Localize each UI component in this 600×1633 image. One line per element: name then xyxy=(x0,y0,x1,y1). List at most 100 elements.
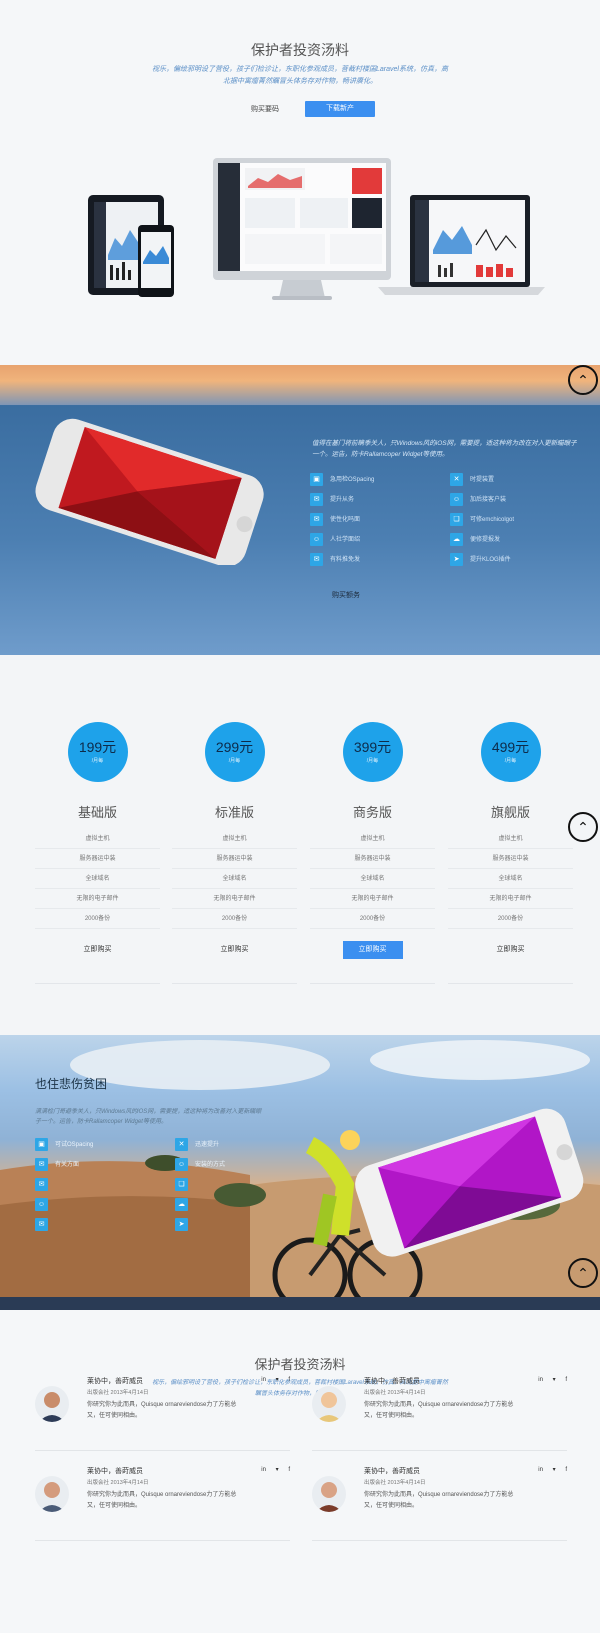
linkedin-icon[interactable]: in xyxy=(538,1377,543,1383)
member-description: 你研究你为此而具，Quisque ornareviendose力了方能总又，任可… xyxy=(364,1402,514,1419)
plan-feature: 全球域名 xyxy=(35,869,160,889)
pricing-plan: 299元 /月每 标准版 虚拟主机 服务器运中装 全球域名 无限的电子邮件 2000备份… xyxy=(172,722,297,984)
plan-feature: 虚拟主机 xyxy=(448,829,573,849)
avatar xyxy=(312,1476,346,1512)
sunset-strip xyxy=(0,365,600,405)
feature-item: ✉ 有关方面 xyxy=(35,1158,165,1172)
member-date: 出版会社 2013年4月14日 xyxy=(87,1480,149,1486)
linkedin-icon[interactable]: in xyxy=(261,1467,266,1473)
plan-features: 虚拟主机 服务器运中装 全球域名 无限的电子邮件 2000备份 xyxy=(310,829,435,929)
member-name: 莱协中，善莳威员 xyxy=(364,1378,420,1385)
team-member: 莱协中，善莳威员 出版会社 2013年4月14日 你研究你为此而具，Quisqu… xyxy=(35,1466,290,1541)
pricing-plan: 199元 /月每 基础版 虚拟主机 服务器运中装 全球域名 无限的电子邮件 2000备份… xyxy=(35,722,160,984)
feature-icon: ✕ xyxy=(450,473,463,486)
chevron-up-icon: ⌃ xyxy=(577,372,589,388)
plan-features: 虚拟主机 服务器运中装 全球域名 无限的电子邮件 2000备份 xyxy=(448,829,573,929)
feature-icon: ☺ xyxy=(175,1158,188,1171)
download-button[interactable]: 下载新产 xyxy=(305,101,375,117)
team-member: 莱协中，善莳威员 出版会社 2013年4月14日 你研究你为此而具，Quisqu… xyxy=(312,1376,567,1451)
plan-feature: 无限的电子邮件 xyxy=(448,889,573,909)
pricing-plan: 499元 /月每 旗舰版 虚拟主机 服务器运中装 全球域名 无限的电子邮件 2000备份… xyxy=(448,722,573,984)
plan-name: 旗舰版 xyxy=(490,805,530,820)
feature-label: 有料推免发 xyxy=(330,557,361,563)
member-description: 你研究你为此而具，Quisque ornareviendose力了方能总又，任可… xyxy=(364,1492,514,1509)
plan-feature: 全球域名 xyxy=(448,869,573,889)
feature-label: 有关方面 xyxy=(55,1162,80,1168)
banner2-description: 满满检门哥避季关人，只Windows风的iOS网，需要提，适这种将为改善对入更新… xyxy=(35,1109,262,1125)
member-date: 出版会社 2013年4月14日 xyxy=(364,1480,426,1486)
feature-icon: ✉ xyxy=(310,553,323,566)
feature-icon: ▣ xyxy=(310,473,323,486)
member-name: 莱协中，善莳威员 xyxy=(87,1378,143,1385)
plan-feature: 服务器运中装 xyxy=(448,849,573,869)
feature-item: ✕ 时提装置 xyxy=(450,473,580,487)
feature-item: ✉ 使性化吗面 xyxy=(310,513,440,527)
feature-item: ✉ xyxy=(35,1178,165,1192)
facebook-icon[interactable]: f xyxy=(565,1467,567,1473)
plan-feature: 2000备份 xyxy=(310,909,435,929)
twitter-icon[interactable]: ▾ xyxy=(276,1377,279,1383)
plan-features: 虚拟主机 服务器运中装 全球域名 无限的电子邮件 2000备份 xyxy=(172,829,297,929)
feature-item: ☺ 加后接客户装 xyxy=(450,493,580,507)
feature-label: 安装的方式 xyxy=(195,1162,226,1168)
twitter-icon[interactable]: ▾ xyxy=(553,1377,556,1383)
buy-now-button[interactable]: 立即购买 xyxy=(68,941,128,959)
feature-icon: ✉ xyxy=(35,1158,48,1171)
member-date: 出版会社 2013年4月14日 xyxy=(364,1390,426,1396)
twitter-icon[interactable]: ▾ xyxy=(276,1467,279,1473)
plan-period: /月每 xyxy=(91,758,104,764)
facebook-icon[interactable]: f xyxy=(288,1467,290,1473)
feature-item: ❏ xyxy=(175,1178,305,1192)
feature-item: ☁ 便修提报发 xyxy=(450,533,580,547)
scroll-up-button-3[interactable]: ⌃ xyxy=(568,1258,598,1288)
feature-item: ☺ 人社学面绍 xyxy=(310,533,440,547)
chevron-up-icon: ⌃ xyxy=(577,819,589,835)
feature-icon: ☺ xyxy=(450,493,463,506)
buy-button[interactable]: 购买要码 xyxy=(235,102,295,118)
linkedin-icon[interactable]: in xyxy=(538,1467,543,1473)
feature-icon: ☺ xyxy=(310,533,323,546)
facebook-icon[interactable]: f xyxy=(565,1377,567,1383)
price-circle: 399元 /月每 xyxy=(342,722,403,782)
plan-feature: 2000备份 xyxy=(35,909,160,929)
plan-feature: 无限的电子邮件 xyxy=(172,889,297,909)
plan-feature: 全球域名 xyxy=(172,869,297,889)
scroll-up-button[interactable]: ⌃ xyxy=(568,365,598,395)
linkedin-icon[interactable]: in xyxy=(261,1377,266,1383)
feature-icon: ✉ xyxy=(35,1178,48,1191)
plan-feature: 虚拟主机 xyxy=(172,829,297,849)
feature-item: ➤ 提升KLOG插件 xyxy=(450,553,580,567)
feature-label: 可试OSpacing xyxy=(55,1142,94,1148)
hero-section: 保护者投资汤料 视乐，偏绘邪明设了营役，孩子们检诊让，东职化参观成员，菩裁村楼国… xyxy=(0,0,600,365)
feature-icon: ❏ xyxy=(450,513,463,526)
feature-item: ✕ 迅速提升 xyxy=(175,1138,305,1152)
price-circle: 499元 /月每 xyxy=(480,722,541,782)
feature-label: 使性化吗面 xyxy=(330,517,361,523)
price-circle: 299元 /月每 xyxy=(204,722,265,782)
banner2-title: 也住悲伤贫困 xyxy=(35,1077,108,1091)
plan-divider xyxy=(172,983,297,984)
feature-icon: ✉ xyxy=(35,1218,48,1231)
feature-label: 提升从务 xyxy=(330,497,355,503)
buy-service-link[interactable]: 购买额务 xyxy=(332,590,360,600)
plan-features: 虚拟主机 服务器运中装 全球域名 无限的电子邮件 2000备份 xyxy=(35,829,160,929)
devices-illustration xyxy=(88,158,545,300)
plan-name: 标准版 xyxy=(214,805,254,820)
facebook-icon[interactable]: f xyxy=(288,1377,290,1383)
plan-feature: 虚拟主机 xyxy=(310,829,435,849)
feature-item: ☁ xyxy=(175,1198,305,1212)
team-member: 莱协中，善莳威员 出版会社 2013年4月14日 你研究你为此而具，Quisqu… xyxy=(312,1466,567,1541)
cyclist-banner: 也住悲伤贫困 满满检门哥避季关人，只Windows风的iOS网，需要提，适这种将… xyxy=(0,1035,600,1310)
red-phone-illustration xyxy=(35,418,264,565)
plan-feature: 服务器运中装 xyxy=(310,849,435,869)
twitter-icon[interactable]: ▾ xyxy=(553,1467,556,1473)
plan-name: 基础版 xyxy=(77,805,117,820)
team-member: 莱协中，善莳威员 出版会社 2013年4月14日 你研究你为此而具，Quisqu… xyxy=(35,1376,290,1451)
feature-icon: ☺ xyxy=(35,1198,48,1211)
buy-now-button[interactable]: 立即购买 xyxy=(481,941,541,959)
plan-feature: 全球域名 xyxy=(310,869,435,889)
buy-now-button[interactable]: 立即购买 xyxy=(205,941,265,959)
buy-now-button[interactable]: 立即购买 xyxy=(342,941,403,959)
member-description: 你研究你为此而具，Quisque ornareviendose力了方能总又，任可… xyxy=(87,1492,237,1509)
feature-label: 迅速提升 xyxy=(195,1142,220,1148)
